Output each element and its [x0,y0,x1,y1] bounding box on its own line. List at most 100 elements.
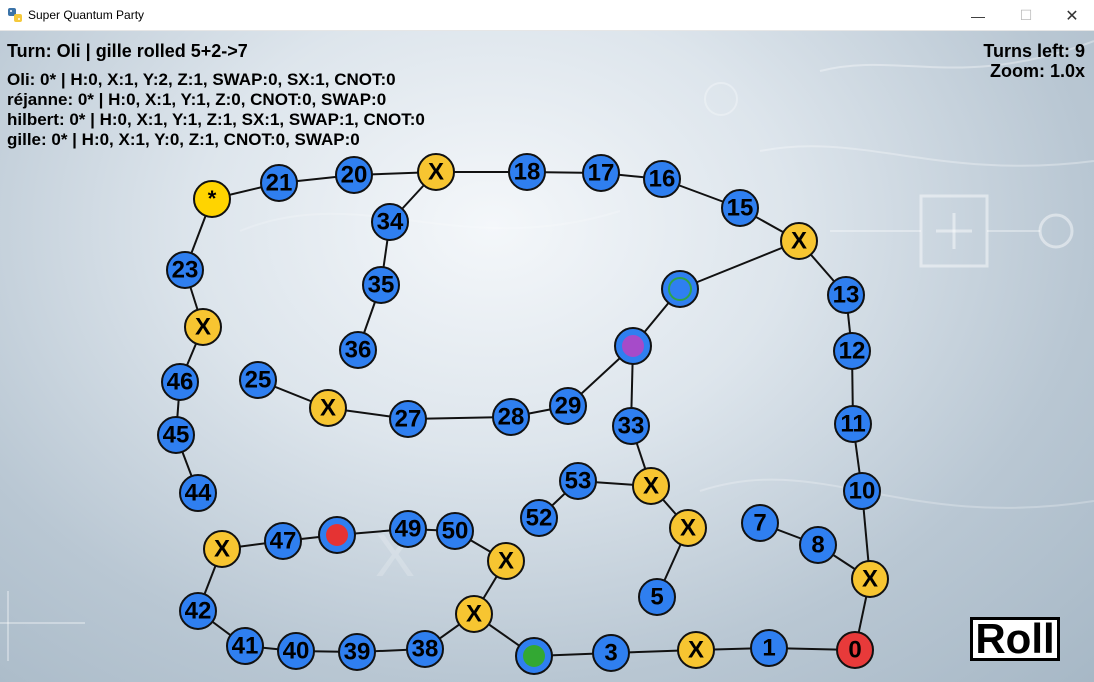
tile-12[interactable]: 12 [833,332,871,370]
tile-label: 41 [232,632,259,659]
tile-39[interactable]: 39 [338,633,376,671]
tile-44[interactable]: 44 [179,474,217,512]
player-inventory-list: Oli: 0* | H:0, X:1, Y:2, Z:1, SWAP:0, SX… [7,70,425,150]
player-token-blue [668,277,692,301]
tile-label: 38 [412,635,439,662]
player-hilbert: hilbert: 0* | H:0, X:1, Y:1, Z:1, SX:1, … [7,110,425,129]
tile-17[interactable]: 17 [582,154,620,192]
tile-occupied[interactable] [515,637,553,675]
player-token-purple [622,335,644,357]
tile-3[interactable]: 3 [592,634,630,672]
tile-label: 16 [649,165,676,192]
tile-18[interactable]: 18 [508,153,546,191]
tile-45[interactable]: 45 [157,416,195,454]
tile-start-0[interactable]: 0 [836,631,874,669]
tile-20[interactable]: 20 [335,156,373,194]
tile-label: X [680,514,696,541]
tile-27[interactable]: 27 [389,400,427,438]
tile-x-gate[interactable]: X [417,153,455,191]
tile-42[interactable]: 42 [179,592,217,630]
tile-15[interactable]: 15 [721,189,759,227]
tile-x-gate[interactable]: X [455,595,493,633]
tile-49[interactable]: 49 [389,510,427,548]
tile-label: 5 [650,583,663,610]
tile-46[interactable]: 46 [161,363,199,401]
tile-33[interactable]: 33 [612,407,650,445]
tile-label: X [688,636,704,663]
tile-label: 3 [604,639,617,666]
path-connector [679,240,800,290]
player-oli: Oli: 0* | H:0, X:1, Y:2, Z:1, SWAP:0, SX… [7,70,396,89]
tile-label: 18 [514,158,541,185]
tile-label: 36 [345,336,372,363]
tile-25[interactable]: 25 [239,361,277,399]
tile-label: 1 [762,634,775,661]
tile-41[interactable]: 41 [226,627,264,665]
tile-11[interactable]: 11 [834,405,872,443]
tile-38[interactable]: 38 [406,630,444,668]
tile-36[interactable]: 36 [339,331,377,369]
tile-x-gate[interactable]: X [780,222,818,260]
python-app-icon [8,8,22,22]
tile-label: 46 [167,368,194,395]
tile-1[interactable]: 1 [750,629,788,667]
tile-10[interactable]: 10 [843,472,881,510]
roll-button[interactable]: Roll [970,617,1060,661]
window-title: Super Quantum Party [28,8,145,22]
tile-label: X [791,227,807,254]
tile-x-gate[interactable]: X [487,542,525,580]
tile-x-gate[interactable]: X [184,308,222,346]
tile-label: 10 [849,477,876,504]
tile-34[interactable]: 34 [371,203,409,241]
maximize-button[interactable]: ☐ [1003,0,1049,31]
tile-x-gate[interactable]: X [669,509,707,547]
close-button[interactable]: ✕ [1049,0,1094,31]
tile-label: 52 [526,504,553,531]
tile-47[interactable]: 47 [264,522,302,560]
tile-label: X [320,394,336,421]
tile-x-gate[interactable]: X [309,389,347,427]
tile-5[interactable]: 5 [638,578,676,616]
tile-star[interactable]: * [193,180,231,218]
tile-label: 15 [727,194,754,221]
tile-21[interactable]: 21 [260,164,298,202]
tile-label: X [428,158,444,185]
tile-label: 44 [185,479,212,506]
tile-52[interactable]: 52 [520,499,558,537]
zoom-level: Zoom: 1.0x [989,61,1085,81]
tile-label: 23 [172,256,199,283]
tile-x-gate[interactable]: X [203,530,241,568]
tile-x-gate[interactable]: X [851,560,889,598]
turns-left: Turns left: 9 [983,41,1085,61]
tile-13[interactable]: 13 [827,276,865,314]
tile-label: 11 [840,410,865,437]
player-gille: gille: 0* | H:0, X:1, Y:0, Z:1, CNOT:0, … [7,130,360,149]
tile-label: 28 [498,403,525,430]
tile-label: 12 [839,337,866,364]
tile-label: 39 [344,638,371,665]
tile-40[interactable]: 40 [277,632,315,670]
tile-28[interactable]: 28 [492,398,530,436]
tile-occupied[interactable] [318,516,356,554]
tile-label: 45 [163,421,190,448]
tile-29[interactable]: 29 [549,387,587,425]
tile-7[interactable]: 7 [741,504,779,542]
tile-53[interactable]: 53 [559,462,597,500]
tile-label: 20 [341,161,368,188]
tile-50[interactable]: 50 [436,512,474,550]
tile-x-gate[interactable]: X [677,631,715,669]
game-canvas[interactable]: X 0 1 X 3 X X 50 49 47 X 42 41 40 39 38 X 8 7 10 11 12 13 X 15 1… [0,31,1094,682]
tile-23[interactable]: 23 [166,251,204,289]
tile-16[interactable]: 16 [643,160,681,198]
window-titlebar: Super Quantum Party — ☐ ✕ [0,0,1094,31]
tile-label: 27 [395,405,422,432]
player-token-red [326,524,348,546]
minimize-button[interactable]: — [955,0,1001,31]
tile-occupied[interactable] [661,270,699,308]
tile-label: 50 [442,517,469,544]
tile-35[interactable]: 35 [362,266,400,304]
tile-label: X [643,472,659,499]
tile-x-gate[interactable]: X [632,467,670,505]
tile-8[interactable]: 8 [799,526,837,564]
tile-occupied[interactable] [614,327,652,365]
